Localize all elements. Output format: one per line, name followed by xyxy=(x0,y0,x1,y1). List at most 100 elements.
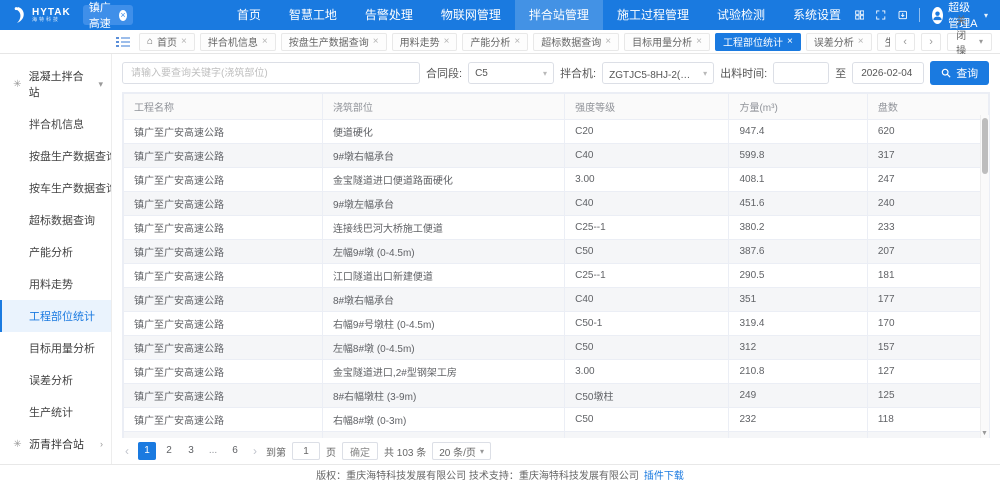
table-cell: 125 xyxy=(867,384,988,408)
scrollbar-thumb[interactable] xyxy=(982,118,988,174)
date-from-input[interactable] xyxy=(773,62,829,84)
tab-item[interactable]: 误差分析× xyxy=(806,33,872,51)
navbar-menu-item[interactable]: 拌合站管理 xyxy=(515,0,603,30)
sidebar-item[interactable]: 目标用量分析 xyxy=(0,332,111,364)
close-tab-icon[interactable]: × xyxy=(605,37,611,47)
tab-list-menu-icon[interactable] xyxy=(116,36,130,48)
table-row[interactable]: 镇广至广安高速公路江口隧道出口新建便道C25--1290.5181 xyxy=(124,264,989,288)
sidebar-item[interactable]: 按盘生产数据查询 xyxy=(0,140,111,172)
logo-subtitle: 海特科技 xyxy=(32,18,71,23)
sidebar-item[interactable]: 工程部位统计 xyxy=(0,300,111,332)
tab-item[interactable]: 产能分析 × xyxy=(462,33,528,51)
sidebar-group[interactable]: ✳混凝土拌合站▾ xyxy=(0,60,111,108)
sidebar-item[interactable]: 产能分析 xyxy=(0,236,111,268)
close-tab-icon[interactable]: × xyxy=(787,37,793,47)
table-row[interactable]: 镇广至广安高速公路9#墩右幅承台C40599.8317 xyxy=(124,144,989,168)
close-tab-icon[interactable]: × xyxy=(262,37,268,47)
search-button[interactable]: 查询 xyxy=(930,61,989,85)
pagination: ‹ 123...6 › 到第 页 确定 共 103 条 20 条/页 ▾ xyxy=(112,438,1000,464)
to-label: 至 xyxy=(835,65,846,81)
import-box-icon[interactable] xyxy=(898,8,908,22)
sidebar-item[interactable]: 拌合机信息 xyxy=(0,108,111,140)
top-navbar: HYTAK 海特科技 镇广高速 × 首页智慧工地告警处理物联网管理拌合站管理施工… xyxy=(0,0,1000,30)
table-row[interactable]: 镇广至广安高速公路1#型钢加工场地硬化C20-2228115 xyxy=(124,432,989,439)
tab-label: 拌合机信息 xyxy=(208,34,258,49)
tabs-scroll-right-button[interactable]: › xyxy=(921,33,941,51)
navbar-menu-item[interactable]: 试验检测 xyxy=(703,0,779,30)
sidebar-item[interactable]: 生产统计 xyxy=(0,396,111,428)
close-tab-icon[interactable]: × xyxy=(444,37,450,47)
fullscreen-icon[interactable] xyxy=(876,8,886,22)
tab-label: 产能分析 xyxy=(470,34,510,49)
navbar-menu-item[interactable]: 首页 xyxy=(223,0,275,30)
contract-select[interactable]: C5 ▾ xyxy=(468,62,554,84)
sidebar-item[interactable]: 误差分析 xyxy=(0,364,111,396)
navbar-menu-item[interactable]: 系统设置 xyxy=(779,0,855,30)
clear-icon[interactable]: × xyxy=(119,10,127,21)
chevron-right-icon: › xyxy=(100,439,103,449)
page-number[interactable]: 2 xyxy=(160,442,178,460)
table-row[interactable]: 镇广至广安高速公路便道硬化C20947.4620 xyxy=(124,120,989,144)
table-cell: 9#墩左幅承台 xyxy=(322,192,564,216)
table-cell: 3.00 xyxy=(565,168,729,192)
sidebar-group[interactable]: ✳沥青拌合站› xyxy=(0,428,111,460)
navbar-menu-item[interactable]: 物联网管理 xyxy=(427,0,515,30)
navbar-menu-item[interactable]: 智慧工地 xyxy=(275,0,351,30)
page-number[interactable]: 3 xyxy=(182,442,200,460)
tab-item[interactable]: 用料走势× xyxy=(392,33,458,51)
sidebar-item[interactable]: 按车生产数据查询 xyxy=(0,172,111,204)
table-cell: 451.6 xyxy=(729,192,867,216)
sidebar-item[interactable]: 用料走势 xyxy=(0,268,111,300)
next-page-button[interactable]: › xyxy=(250,444,260,458)
sidebar-group[interactable]: ✳水稳拌合站› xyxy=(0,460,111,464)
prev-page-button[interactable]: ‹ xyxy=(122,444,132,458)
contract-select-value: C5 xyxy=(475,68,488,79)
goto-page-input[interactable] xyxy=(292,442,320,460)
table-row[interactable]: 镇广至广安高速公路右幅8#墩 (0-3m)C50232118 xyxy=(124,408,989,432)
tab-item[interactable]: 超标数据查询× xyxy=(533,33,619,51)
sidebar-item[interactable]: 超标数据查询 xyxy=(0,204,111,236)
scrollbar-down-arrow-icon[interactable]: ▼ xyxy=(981,430,988,437)
tabs-scroll-left-button[interactable]: ‹ xyxy=(895,33,915,51)
goto-confirm-button[interactable]: 确定 xyxy=(342,442,378,460)
date-to-input[interactable] xyxy=(852,62,924,84)
table-row[interactable]: 镇广至广安高速公路8#右幅墩柱 (3-9m)C50墩柱249125 xyxy=(124,384,989,408)
tab-item[interactable]: ⌂首页× xyxy=(139,33,195,51)
chevron-down-icon: ▾ xyxy=(480,447,484,456)
table-row[interactable]: 镇广至广安高速公路左幅9#墩 (0-4.5m)C50387.6207 xyxy=(124,240,989,264)
tab-item[interactable]: 按盘生产数据查询× xyxy=(281,33,387,51)
page-number[interactable]: 6 xyxy=(226,442,244,460)
page-size-select[interactable]: 20 条/页 ▾ xyxy=(432,442,491,460)
close-actions-dropdown[interactable]: 关闭操作 ▾ xyxy=(947,33,992,51)
mixer-select[interactable]: ZGTJC5-8HJ-2(已拆) ▾ xyxy=(602,62,714,84)
tab-item[interactable]: 工程部位统计× xyxy=(715,33,801,51)
tab-item[interactable]: 拌合机信息 × xyxy=(200,33,276,51)
navbar-menu-item[interactable]: 告警处理 xyxy=(351,0,427,30)
chevron-down-icon: ▾ xyxy=(703,69,707,78)
table-row[interactable]: 镇广至广安高速公路金宝隧道进口便道路面硬化3.00408.1247 xyxy=(124,168,989,192)
total-count-label: 共 103 条 xyxy=(384,444,426,459)
close-tab-icon[interactable]: × xyxy=(181,37,187,47)
table-row[interactable]: 镇广至广安高速公路8#墩右幅承台C40351177 xyxy=(124,288,989,312)
table-cell: C50 xyxy=(565,240,729,264)
tab-item[interactable]: 目标用量分析× xyxy=(624,33,710,51)
table-row[interactable]: 镇广至广安高速公路金宝隧道进口,2#型钢架工房3.00210.8127 xyxy=(124,360,989,384)
navbar-menu-item[interactable]: 施工过程管理 xyxy=(603,0,703,30)
keyword-search-input[interactable] xyxy=(122,62,420,84)
table-cell: 210.8 xyxy=(729,360,867,384)
grid-apps-icon[interactable] xyxy=(855,8,865,22)
page-number[interactable]: 1 xyxy=(138,442,156,460)
close-tab-icon[interactable]: × xyxy=(858,37,864,47)
table-row[interactable]: 镇广至广安高速公路连接线巴河大桥施工便道C25--1380.2233 xyxy=(124,216,989,240)
close-tab-icon[interactable]: × xyxy=(696,37,702,47)
table-cell: 左幅9#墩 (0-4.5m) xyxy=(322,240,564,264)
table-row[interactable]: 镇广至广安高速公路9#墩左幅承台C40451.6240 xyxy=(124,192,989,216)
vertical-scrollbar[interactable]: ▼ xyxy=(980,115,989,438)
close-tab-icon[interactable]: × xyxy=(373,37,379,47)
close-tab-icon[interactable]: × xyxy=(514,37,520,47)
plugin-download-link[interactable]: 插件下载 xyxy=(644,467,684,482)
project-select[interactable]: 镇广高速 × xyxy=(83,5,133,25)
table-row[interactable]: 镇广至广安高速公路右幅9#号墩柱 (0-4.5m)C50-1319.4170 xyxy=(124,312,989,336)
table-row[interactable]: 镇广至广安高速公路左幅8#墩 (0-4.5m)C50312157 xyxy=(124,336,989,360)
tab-item[interactable]: 生产统计× xyxy=(877,33,890,51)
